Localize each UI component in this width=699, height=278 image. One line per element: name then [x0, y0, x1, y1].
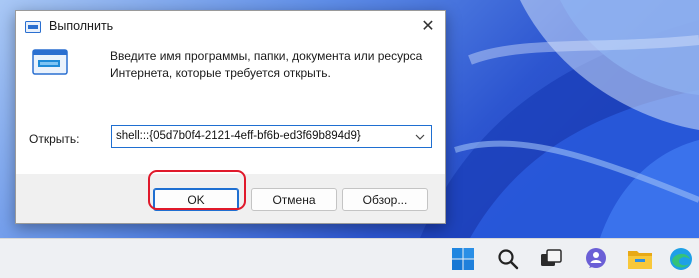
close-icon[interactable]: ✕	[417, 15, 439, 37]
description-line-1: Введите имя программы, папки, документа …	[110, 49, 423, 63]
dialog-title: Выполнить	[49, 19, 114, 33]
run-dialog: Выполнить ✕ Введите имя программы, папки…	[15, 10, 446, 224]
run-app-icon	[25, 21, 41, 33]
open-combobox[interactable]: shell:::{05d7b0f4-2121-4eff-bf6b-ed3f69b…	[111, 125, 432, 148]
description-line-2: Интернета, которые требуется открыть.	[110, 66, 331, 80]
chat-icon[interactable]	[580, 243, 612, 275]
open-label: Открыть:	[29, 132, 80, 146]
open-input[interactable]: shell:::{05d7b0f4-2121-4eff-bf6b-ed3f69b…	[116, 130, 361, 142]
taskbar	[0, 238, 699, 278]
windows-start-icon[interactable]	[447, 243, 479, 275]
task-view-icon[interactable]	[535, 243, 567, 275]
dialog-description: Введите имя программы, папки, документа …	[110, 48, 440, 82]
run-program-icon	[32, 49, 68, 75]
cancel-button[interactable]: Отмена	[251, 188, 337, 211]
ok-button-highlight	[148, 170, 246, 210]
file-explorer-icon[interactable]	[624, 243, 656, 275]
edge-icon[interactable]	[666, 243, 696, 275]
browse-button[interactable]: Обзор...	[342, 188, 428, 211]
dialog-titlebar[interactable]: Выполнить ✕	[16, 11, 445, 41]
search-icon[interactable]	[492, 243, 524, 275]
chevron-down-icon[interactable]	[411, 128, 429, 145]
